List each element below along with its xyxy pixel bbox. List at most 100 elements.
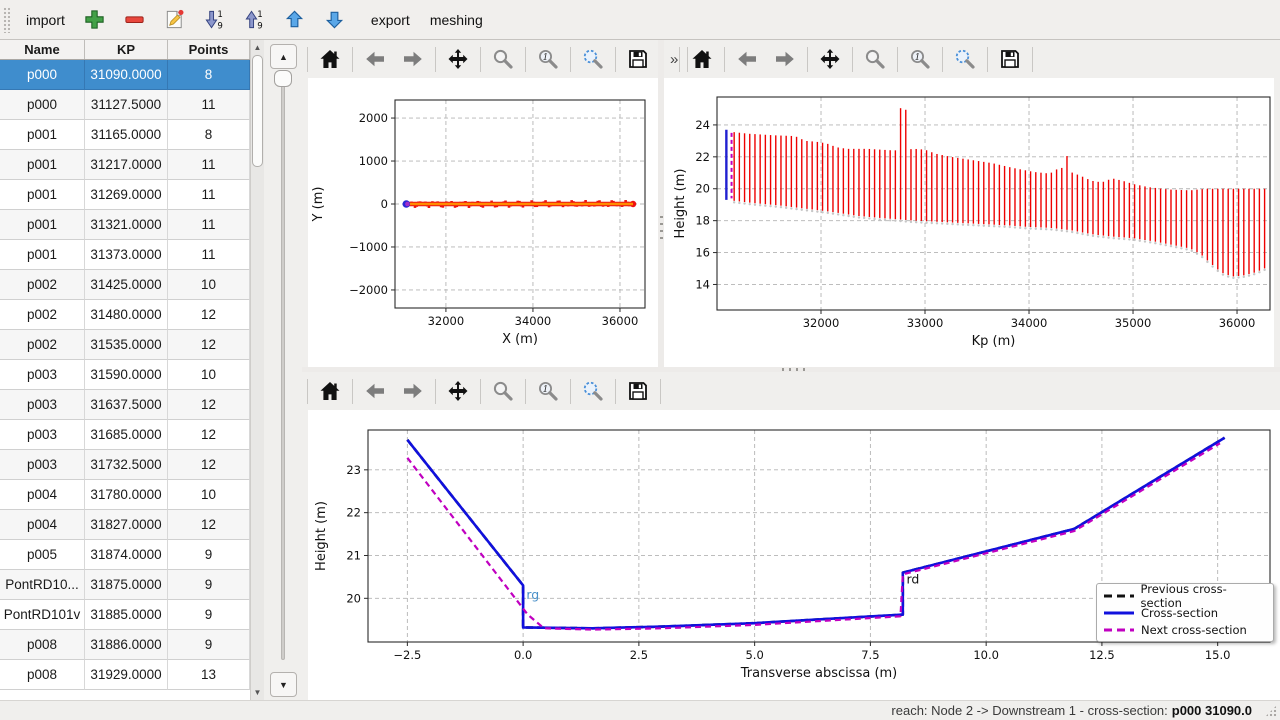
table-cell[interactable]: 11: [168, 150, 250, 180]
import-button[interactable]: import: [16, 6, 75, 34]
sort-ascending-button[interactable]: [238, 3, 272, 37]
edit-section-button[interactable]: [158, 3, 192, 37]
table-cell[interactable]: 31373.0000: [85, 240, 168, 270]
slider-down-button[interactable]: ▼: [270, 672, 297, 697]
table-cell[interactable]: PontRD10...: [0, 570, 85, 600]
zoom-button[interactable]: [486, 375, 520, 407]
table-cell[interactable]: 12: [168, 300, 250, 330]
table-cell[interactable]: 31269.0000: [85, 180, 168, 210]
table-row[interactable]: p00431827.000012: [0, 510, 250, 540]
table-row[interactable]: p00131165.00008: [0, 120, 250, 150]
table-cell[interactable]: p000: [0, 60, 85, 90]
pan-button[interactable]: [441, 375, 475, 407]
table-cell[interactable]: p003: [0, 390, 85, 420]
table-row[interactable]: p00831886.00009: [0, 630, 250, 660]
table-cell[interactable]: 11: [168, 180, 250, 210]
table-cell[interactable]: p003: [0, 420, 85, 450]
table-cell[interactable]: 31590.0000: [85, 360, 168, 390]
table-cell[interactable]: 31425.0000: [85, 270, 168, 300]
legend[interactable]: Previous cross-sectionCross-sectionNext …: [1096, 583, 1274, 642]
zoom-selection-button[interactable]: [576, 375, 610, 407]
table-row[interactable]: p00331637.500012: [0, 390, 250, 420]
table-cell[interactable]: PontRD101v: [0, 600, 85, 630]
table-cell[interactable]: 11: [168, 90, 250, 120]
save-button[interactable]: [993, 43, 1027, 75]
table-cell[interactable]: 31637.5000: [85, 390, 168, 420]
table-cell[interactable]: p001: [0, 210, 85, 240]
table-cell[interactable]: p001: [0, 120, 85, 150]
table-cell[interactable]: p008: [0, 630, 85, 660]
table-cell[interactable]: p003: [0, 450, 85, 480]
table-cell[interactable]: p004: [0, 480, 85, 510]
table-row[interactable]: p00031127.500011: [0, 90, 250, 120]
table-row[interactable]: p00331732.500012: [0, 450, 250, 480]
table-row[interactable]: p00331590.000010: [0, 360, 250, 390]
table-cell[interactable]: 31929.0000: [85, 660, 168, 690]
table-cell[interactable]: 31127.5000: [85, 90, 168, 120]
table-cell[interactable]: 11: [168, 210, 250, 240]
table-cell[interactable]: 12: [168, 390, 250, 420]
table-cell[interactable]: p000: [0, 90, 85, 120]
cross-section-figure[interactable]: −2.50.02.55.07.510.012.515.020212223Tran…: [308, 410, 1280, 700]
table-cell[interactable]: p001: [0, 150, 85, 180]
table-cell[interactable]: 31535.0000: [85, 330, 168, 360]
table-cell[interactable]: 31874.0000: [85, 540, 168, 570]
table-cell[interactable]: 31685.0000: [85, 420, 168, 450]
table-cell[interactable]: 31732.5000: [85, 450, 168, 480]
zoom-button[interactable]: [486, 43, 520, 75]
zoom-in-1-button[interactable]: [903, 43, 937, 75]
zoom-button[interactable]: [858, 43, 892, 75]
table-cell[interactable]: 9: [168, 600, 250, 630]
table-cell[interactable]: 8: [168, 120, 250, 150]
table-cell[interactable]: p001: [0, 240, 85, 270]
table-row[interactable]: p00431780.000010: [0, 480, 250, 510]
table-cell[interactable]: 12: [168, 510, 250, 540]
plan-view-figure[interactable]: 320003400036000200010000−1000−2000X (m)Y…: [308, 78, 658, 367]
table-cell[interactable]: 31480.0000: [85, 300, 168, 330]
table-row[interactable]: p00131269.000011: [0, 180, 250, 210]
table-row[interactable]: p00531874.00009: [0, 540, 250, 570]
table-cell[interactable]: 31885.0000: [85, 600, 168, 630]
table-row[interactable]: p00231425.000010: [0, 270, 250, 300]
table-cell[interactable]: 13: [168, 660, 250, 690]
meshing-button[interactable]: meshing: [420, 6, 493, 34]
table-cell[interactable]: 31827.0000: [85, 510, 168, 540]
table-cell[interactable]: 11: [168, 240, 250, 270]
back-button[interactable]: [730, 43, 764, 75]
table-cell[interactable]: 12: [168, 450, 250, 480]
pan-button[interactable]: [441, 43, 475, 75]
table-row[interactable]: p00131217.000011: [0, 150, 250, 180]
save-button[interactable]: [621, 375, 655, 407]
slider-up-button[interactable]: ▲: [270, 44, 297, 69]
table-cell[interactable]: p001: [0, 180, 85, 210]
table-cell[interactable]: p002: [0, 300, 85, 330]
table-cell[interactable]: p008: [0, 660, 85, 690]
table-row[interactable]: p00031090.00008: [0, 60, 250, 90]
move-down-button[interactable]: [318, 3, 352, 37]
table-cell[interactable]: 31321.0000: [85, 210, 168, 240]
scrollbar-thumb[interactable]: [252, 55, 263, 167]
toolbar-drag-handle[interactable]: [3, 7, 10, 33]
add-section-button[interactable]: [78, 3, 112, 37]
home-button[interactable]: [685, 43, 719, 75]
export-button[interactable]: export: [361, 6, 420, 34]
resize-grip[interactable]: [1265, 705, 1277, 717]
table-cell[interactable]: 31090.0000: [85, 60, 168, 90]
table-cell[interactable]: 31217.0000: [85, 150, 168, 180]
column-header-kp[interactable]: KP: [85, 40, 168, 59]
column-header-points[interactable]: Points: [168, 40, 250, 59]
table-cell[interactable]: p002: [0, 270, 85, 300]
zoom-selection-button[interactable]: [576, 43, 610, 75]
table-cell[interactable]: 9: [168, 630, 250, 660]
table-cell[interactable]: 31165.0000: [85, 120, 168, 150]
pan-button[interactable]: [813, 43, 847, 75]
table-cell[interactable]: 12: [168, 330, 250, 360]
forward-button[interactable]: [396, 375, 430, 407]
table-row[interactable]: PontRD10...31875.00009: [0, 570, 250, 600]
zoom-in-1-button[interactable]: [531, 375, 565, 407]
table-row[interactable]: p00131321.000011: [0, 210, 250, 240]
forward-button[interactable]: [768, 43, 802, 75]
move-up-button[interactable]: [278, 3, 312, 37]
column-header-name[interactable]: Name: [0, 40, 85, 59]
table-cell[interactable]: p005: [0, 540, 85, 570]
